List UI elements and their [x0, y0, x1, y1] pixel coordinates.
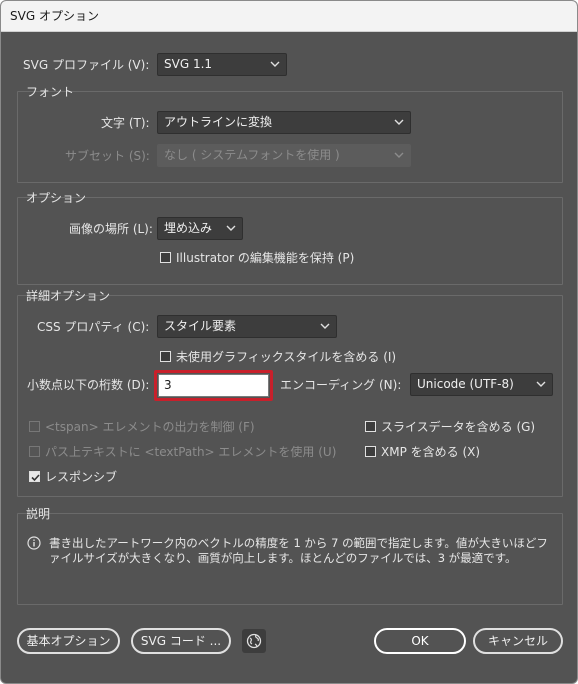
globe-icon	[246, 633, 262, 649]
responsive-label: レスポンシブ	[45, 470, 118, 484]
decimal-places-input[interactable]: 3	[158, 374, 269, 397]
textpath-label: パス上テキストに <textPath> エレメントを使用 (U)	[45, 445, 337, 459]
css-properties-select-value: スタイル要素	[164, 319, 237, 333]
decimal-places-label: 小数点以下の桁数 (D):	[27, 378, 150, 392]
type-select[interactable]: アウトラインに変換	[157, 111, 411, 134]
svg-options-dialog: SVG オプション SVG プロファイル (V): SVG 1.1 フォント 文…	[0, 0, 578, 684]
description-text: 書き出したアートワーク内のベクトルの精度を 1 から 7 の範囲で指定します。値…	[49, 536, 548, 565]
encoding-select[interactable]: Unicode (UTF-8)	[410, 373, 553, 396]
cancel-button[interactable]: キャンセル	[473, 628, 563, 654]
encoding-label: エンコーディング (N):	[280, 378, 402, 392]
css-properties-select[interactable]: スタイル要素	[157, 315, 337, 338]
info-icon	[27, 536, 41, 550]
preserve-editing-checkbox[interactable]	[160, 252, 171, 263]
chevron-down-icon	[535, 377, 547, 391]
textpath-checkbox[interactable]	[29, 446, 40, 457]
slice-data-label: スライスデータを含める (G)	[381, 420, 536, 434]
xmp-label: XMP を含める (X)	[381, 445, 481, 459]
profile-select[interactable]: SVG 1.1	[157, 53, 287, 76]
subset-select[interactable]: なし ( システムフォントを使用 )	[157, 144, 411, 167]
image-location-select-value: 埋め込み	[164, 221, 213, 235]
type-select-value: アウトラインに変換	[164, 115, 273, 129]
unused-styles-checkbox[interactable]	[160, 351, 171, 362]
responsive-checkbox[interactable]	[29, 471, 40, 482]
chevron-down-icon	[225, 221, 237, 235]
xmp-checkbox[interactable]	[365, 446, 376, 457]
subset-select-value: なし ( システムフォントを使用 )	[164, 148, 340, 162]
subset-label: サブセット (S):	[65, 149, 150, 163]
font-group-title: フォント	[26, 85, 75, 99]
unused-styles-label: 未使用グラフィックスタイルを含める (I)	[176, 350, 397, 364]
profile-select-value: SVG 1.1	[164, 57, 213, 71]
chevron-down-icon	[393, 148, 405, 162]
options-group-title: オプション	[26, 191, 87, 205]
tspan-checkbox[interactable]	[29, 421, 40, 432]
font-group	[17, 91, 563, 183]
ok-button[interactable]: OK	[374, 628, 466, 654]
checkmark-icon	[31, 474, 40, 482]
svg-code-button[interactable]: SVG コード ...	[131, 628, 231, 654]
chevron-down-icon	[393, 115, 405, 129]
image-location-label: 画像の場所 (L):	[69, 222, 153, 236]
preserve-editing-label: Illustrator の編集機能を保持 (P)	[176, 251, 355, 265]
basic-options-button[interactable]: 基本オプション	[17, 628, 120, 654]
slice-data-checkbox[interactable]	[365, 421, 376, 432]
options-group	[17, 197, 563, 285]
encoding-select-value: Unicode (UTF-8)	[417, 377, 514, 391]
type-label: 文字 (T):	[101, 116, 150, 130]
chevron-down-icon	[269, 57, 281, 71]
chevron-down-icon	[319, 319, 331, 333]
advanced-options-group-title: 詳細オプション	[26, 289, 111, 303]
tspan-label: <tspan> エレメントの出力を制御 (F)	[45, 420, 255, 434]
dialog-title: SVG オプション	[1, 1, 577, 32]
css-properties-label: CSS プロパティ (C):	[37, 320, 150, 334]
web-preview-button[interactable]	[242, 629, 266, 653]
description-group-title: 説明	[26, 507, 51, 521]
profile-label: SVG プロファイル (V):	[23, 58, 150, 72]
image-location-select[interactable]: 埋め込み	[157, 217, 243, 240]
